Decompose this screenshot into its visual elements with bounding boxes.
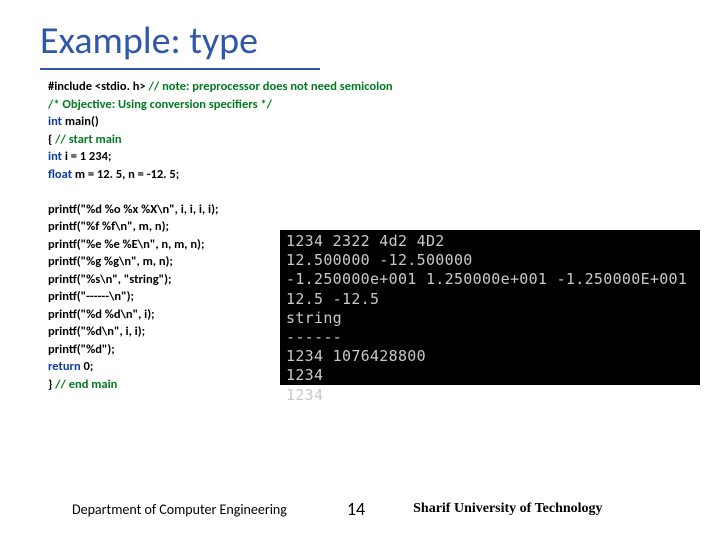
footer-department: Department of Computer Engineering: [0, 501, 287, 518]
code-line: int main(): [48, 113, 720, 131]
title-underline: [40, 68, 320, 70]
code-line: /* Objective: Using conversion specifier…: [48, 96, 720, 114]
footer: Department of Computer Engineering 14 Sh…: [0, 498, 720, 520]
code-line: [48, 183, 720, 201]
code-line: float m = 12. 5, n = -12. 5;: [48, 166, 720, 184]
code-line: printf("%d %o %x %X\n", i, i, i, i);: [48, 201, 720, 219]
code-line: #include <stdio. h> // note: preprocesso…: [48, 78, 720, 96]
code-line: int i = 1 234;: [48, 148, 720, 166]
code-line: { // start main: [48, 131, 720, 149]
slide-title: Example: type: [0, 0, 720, 68]
console-output: 1234 2322 4d2 4D2 12.500000 -12.500000 -…: [280, 230, 700, 385]
footer-university: Sharif University of Technology: [413, 501, 602, 517]
page-number: 14: [287, 498, 413, 520]
